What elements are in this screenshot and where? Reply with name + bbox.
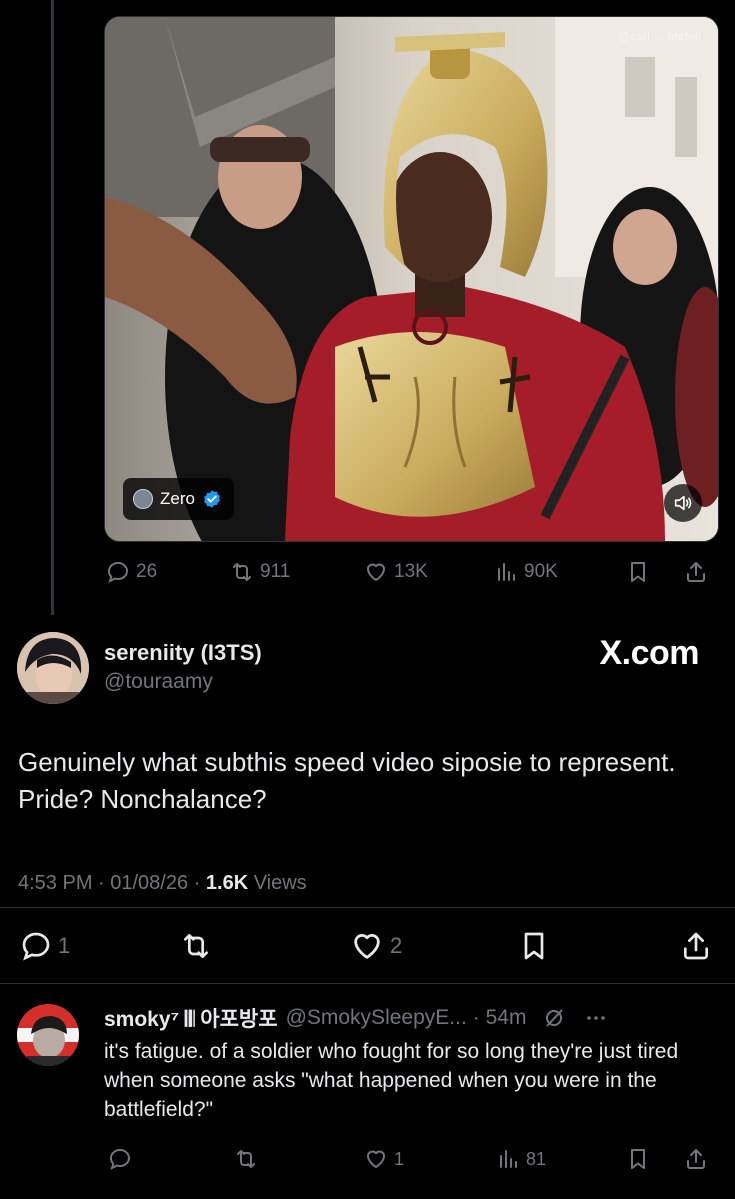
reply-views-count: 81 — [526, 1148, 547, 1169]
divider — [0, 907, 735, 908]
heart-icon — [367, 1150, 385, 1168]
reply-header: smoky⁷ 𝄃𝄃 아포방포 @SmokySleepyE... · 54m — [104, 1003, 724, 1033]
main-reply-count: 1 — [58, 933, 71, 958]
divider — [0, 983, 735, 984]
tweet-views-label: Views — [248, 872, 307, 894]
tweet-action-bar: 1 2 — [20, 928, 720, 964]
reply-bookmark-button[interactable] — [626, 1147, 650, 1171]
bookmark-icon — [631, 1149, 645, 1169]
video-player[interactable]: @carl ... ntefeir Zero — [104, 16, 719, 542]
reply-icon — [107, 561, 129, 583]
bookmark-icon — [631, 562, 645, 582]
quoted-action-bar: 26 911 13K 90K — [106, 557, 716, 587]
reply-time[interactable]: · 54m — [473, 1006, 527, 1030]
author-handle[interactable]: @touraamy — [104, 670, 213, 694]
tweet-view-count: 1.6K — [205, 872, 249, 894]
main-bookmark-button[interactable] — [518, 930, 550, 962]
reply-avatar-image — [17, 1004, 79, 1066]
main-like-button[interactable]: 2 — [350, 929, 402, 963]
reply-reply-button[interactable] — [108, 1147, 132, 1171]
repost-count: 911 — [260, 561, 291, 582]
analytics-icon — [498, 563, 515, 581]
like-count: 13K — [394, 561, 428, 582]
share-icon — [687, 562, 705, 582]
more-options-icon[interactable] — [584, 1006, 608, 1030]
source-account-chip[interactable]: Zero — [123, 478, 234, 520]
repost-icon — [184, 934, 208, 958]
heart-icon — [367, 563, 385, 581]
video-frame — [105, 17, 718, 541]
tweet-meta: 4:53 PM · 01/08/26 · 1.6K Views — [18, 872, 307, 895]
analytics-icon — [500, 1150, 517, 1168]
source-avatar — [133, 489, 153, 509]
grok-icon[interactable] — [542, 1006, 566, 1030]
tweet-timestamp[interactable]: 4:53 PM · 01/08/26 · — [18, 872, 206, 894]
reply-like-count: 1 — [394, 1148, 405, 1169]
mute-toggle-button[interactable] — [664, 484, 702, 522]
repost-button[interactable]: 911 — [230, 560, 290, 584]
reply-like-button[interactable]: 1 — [364, 1147, 404, 1171]
share-button[interactable] — [684, 560, 708, 584]
share-icon — [684, 932, 708, 960]
repost-icon — [233, 563, 251, 581]
reply-share-button[interactable] — [684, 1147, 708, 1171]
like-button[interactable]: 13K — [364, 560, 428, 584]
bookmark-button[interactable] — [626, 560, 650, 584]
main-repost-button[interactable] — [180, 930, 212, 962]
reply-author-avatar[interactable] — [17, 1004, 79, 1066]
speaker-icon — [674, 495, 692, 511]
reply-action-bar: 1 81 — [108, 1145, 718, 1173]
reply-icon — [109, 1148, 131, 1170]
views-button[interactable]: 90K — [494, 560, 558, 584]
main-share-button[interactable] — [680, 930, 712, 962]
reply-icon — [22, 932, 50, 961]
reply-text: it's fatigue. of a soldier who fought fo… — [104, 1040, 679, 1121]
source-account-name: Zero — [160, 489, 195, 508]
views-count: 90K — [524, 561, 558, 582]
main-reply-button[interactable]: 1 — [20, 930, 70, 962]
reply-button[interactable]: 26 — [106, 560, 157, 584]
author-avatar-image — [17, 632, 89, 704]
tweet-text: Genuinely what subthis speed video sipos… — [18, 747, 676, 814]
verified-badge-icon — [204, 490, 220, 508]
main-like-count: 2 — [390, 933, 403, 958]
author-display-name[interactable]: sereniity (I3TS) — [104, 640, 262, 666]
bookmark-icon — [524, 932, 544, 960]
reply-handle[interactable]: @SmokySleepyE... — [286, 1006, 467, 1030]
author-avatar[interactable] — [17, 632, 89, 704]
thread-line — [51, 0, 54, 615]
share-icon — [687, 1149, 705, 1169]
reply-count: 26 — [136, 561, 158, 582]
reply-views-button[interactable]: 81 — [496, 1147, 546, 1171]
x-com-watermark: X.com — [599, 634, 699, 672]
reply-display-name[interactable]: smoky⁷ 𝄃𝄃 아포방포 — [104, 1003, 278, 1033]
repost-icon — [237, 1150, 255, 1168]
heart-icon — [354, 934, 380, 959]
reply-repost-button[interactable] — [234, 1147, 258, 1171]
video-watermark: @carl ... ntefeir — [618, 31, 702, 43]
